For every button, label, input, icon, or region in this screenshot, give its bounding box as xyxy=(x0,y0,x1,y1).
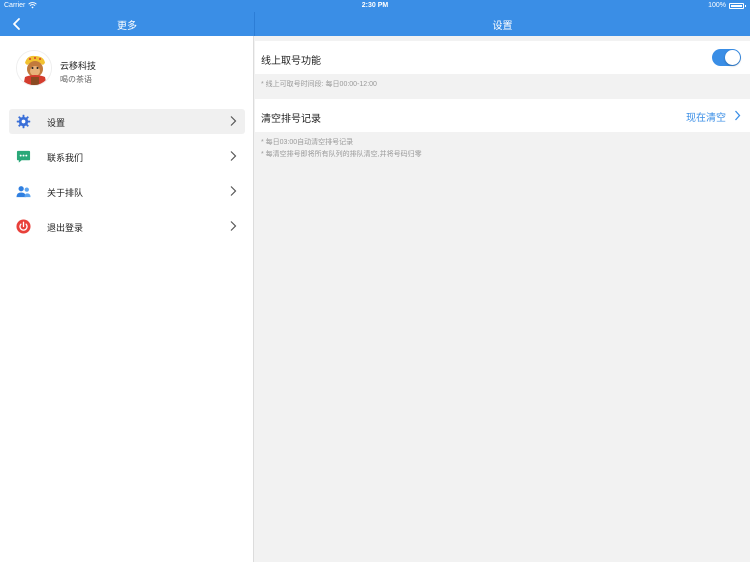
profile-header[interactable]: 云移科技 喝の茶语 xyxy=(0,36,254,100)
clear-records-note: * 每清空排号即将所有队列的排队清空,并将号码归零 xyxy=(261,151,422,158)
profile-name: 云移科技 xyxy=(60,61,97,71)
sidebar-item-logout[interactable]: 退出登录 xyxy=(9,214,245,239)
battery-icon xyxy=(729,3,746,9)
power-icon xyxy=(16,219,31,234)
status-time: 2:30 PM xyxy=(361,2,389,9)
online-queue-label: 线上取号功能 xyxy=(261,56,321,67)
sidebar-item-settings[interactable]: 设置 xyxy=(9,109,245,134)
left-nav-title: 更多 xyxy=(117,21,137,32)
master-panel: 云移科技 喝の茶语 设置 联系我们 关于排队 退出登录 xyxy=(0,36,254,562)
clear-records-note: * 每日03:00自动清空排号记录 xyxy=(261,139,354,146)
sidebar-item-label: 设置 xyxy=(47,118,66,128)
avatar xyxy=(16,50,52,86)
sidebar-item-about[interactable]: 关于排队 xyxy=(9,179,245,204)
chevron-right-icon xyxy=(230,221,237,231)
gear-icon xyxy=(16,114,31,129)
left-navbar: 更多 xyxy=(0,12,254,36)
online-queue-row: 线上取号功能 xyxy=(255,41,750,74)
chevron-right-icon xyxy=(230,116,237,126)
chevron-right-icon xyxy=(230,186,237,196)
chat-bubble-icon xyxy=(16,150,31,163)
online-queue-toggle[interactable] xyxy=(712,49,741,66)
sidebar-item-contact[interactable]: 联系我们 xyxy=(9,144,245,169)
right-navbar: 设置 xyxy=(255,12,750,36)
clear-records-label: 清空排号记录 xyxy=(261,114,321,125)
clear-now-button[interactable]: 现在清空 xyxy=(686,109,726,124)
sidebar-item-label: 退出登录 xyxy=(47,223,84,233)
right-nav-title: 设置 xyxy=(492,21,513,32)
chevron-right-icon xyxy=(735,110,741,121)
battery-percent: 100% xyxy=(708,2,726,9)
detail-panel: 线上取号功能 * 线上可取号时间段: 每日00:00-12:00 清空排号记录 … xyxy=(255,36,750,562)
profile-subtitle: 喝の茶语 xyxy=(60,75,92,84)
clear-records-row[interactable]: 清空排号记录 现在清空 xyxy=(255,99,750,132)
chevron-right-icon xyxy=(230,151,237,161)
online-queue-note: * 线上可取号时间段: 每日00:00-12:00 xyxy=(261,81,377,88)
avatar-illustration xyxy=(17,51,51,85)
users-icon xyxy=(16,186,31,198)
status-bar: Carrier 2:30 PM 100% xyxy=(0,0,750,12)
sidebar-item-label: 联系我们 xyxy=(47,153,84,163)
sidebar-item-label: 关于排队 xyxy=(47,188,84,198)
